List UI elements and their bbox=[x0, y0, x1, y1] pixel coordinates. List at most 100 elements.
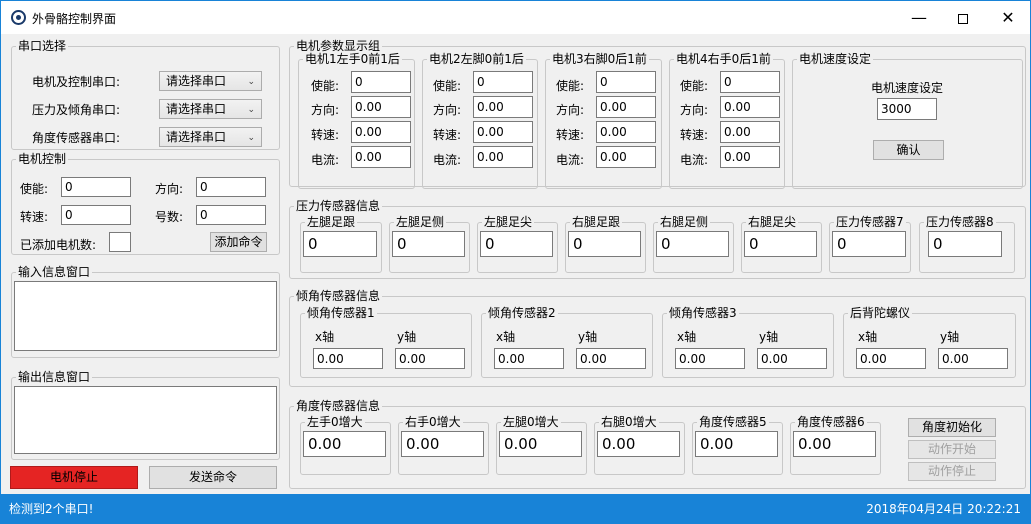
motor-1-speed-label: 转速: bbox=[311, 128, 340, 142]
motor-1-current-label: 电流: bbox=[311, 153, 340, 167]
serial-select-pressure[interactable]: 请选择串口 ⌄ bbox=[159, 99, 262, 119]
input-window-legend: 输入信息窗口 bbox=[18, 265, 91, 279]
motor-3-group: 电机3右脚0后1前 使能: 0 方向: 0.00 转速: 0.00 电流: 0.… bbox=[545, 52, 662, 189]
chevron-down-icon: ⌄ bbox=[247, 105, 255, 115]
close-button[interactable]: ✕ bbox=[986, 1, 1030, 34]
tilt-sensor-1-y-label: y轴 bbox=[397, 330, 417, 344]
angle-sensor-2: 右手0增大 0.00 bbox=[398, 415, 489, 475]
tilt-group: 倾角传感器信息 倾角传感器1 x轴 y轴 0.00 0.00 倾角传感器2 x轴… bbox=[289, 289, 1026, 387]
speed-setting-input[interactable]: 3000 bbox=[877, 98, 937, 120]
angle-sensor-5-name: 角度传感器5 bbox=[699, 415, 767, 429]
motor-params-group: 电机参数显示组 电机1左手0前1后 使能: 0 方向: 0.00 转速: 0.0… bbox=[289, 39, 1026, 189]
action-stop-button[interactable]: 动作停止 bbox=[908, 462, 996, 481]
pressure-sensor-6-value: 0 bbox=[744, 231, 817, 257]
back-gyro: 后背陀螺仪 x轴 y轴 0.00 0.00 bbox=[843, 306, 1016, 378]
motor-stop-button[interactable]: 电机停止 bbox=[10, 466, 138, 489]
add-command-button[interactable]: 添加命令 bbox=[210, 232, 267, 252]
maximize-button[interactable] bbox=[941, 1, 985, 34]
status-message: 检测到2个串口! bbox=[9, 502, 94, 516]
tilt-sensor-1: 倾角传感器1 x轴 y轴 0.00 0.00 bbox=[300, 306, 472, 378]
angle-sensor-6-value: 0.00 bbox=[793, 431, 876, 457]
pressure-legend: 压力传感器信息 bbox=[296, 199, 381, 213]
tilt-sensor-3-x-label: x轴 bbox=[677, 330, 697, 344]
motor-4-enable-label: 使能: bbox=[680, 79, 709, 93]
motor-2-direction-label: 方向: bbox=[433, 103, 462, 117]
motor-3-direction-label: 方向: bbox=[556, 103, 585, 117]
minimize-button[interactable]: — bbox=[897, 1, 941, 34]
motor-control-legend: 电机控制 bbox=[18, 152, 67, 166]
motor-4-enable: 0 bbox=[720, 71, 780, 93]
direction-input[interactable]: 0 bbox=[196, 177, 266, 197]
angle-legend: 角度传感器信息 bbox=[296, 399, 381, 413]
serial-legend: 串口选择 bbox=[18, 39, 67, 53]
angle-sensor-6-name: 角度传感器6 bbox=[797, 415, 865, 429]
pressure-sensor-8-value: 0 bbox=[928, 231, 1002, 257]
tilt-sensor-3-name: 倾角传感器3 bbox=[669, 306, 737, 320]
motor-2-current: 0.00 bbox=[473, 146, 533, 168]
status-bar: 检测到2个串口! 2018年04月24日 20:22:21 bbox=[1, 494, 1030, 523]
serial-select-motor[interactable]: 请选择串口 ⌄ bbox=[159, 71, 262, 91]
angle-init-button[interactable]: 角度初始化 bbox=[908, 418, 996, 437]
tilt-sensor-2-x: 0.00 bbox=[494, 348, 564, 369]
motor-2-enable: 0 bbox=[473, 71, 533, 93]
angle-sensor-5: 角度传感器5 0.00 bbox=[692, 415, 783, 475]
chevron-down-icon: ⌄ bbox=[247, 77, 255, 87]
pressure-sensor-3-name: 左腿足尖 bbox=[484, 215, 533, 229]
serial-select-motor-value: 请选择串口 bbox=[166, 74, 227, 88]
pressure-sensor-1-value: 0 bbox=[303, 231, 377, 257]
output-window-textarea[interactable] bbox=[14, 386, 277, 454]
back-gyro-x-label: x轴 bbox=[858, 330, 878, 344]
speed-setting-label: 电机速度设定 bbox=[871, 81, 944, 95]
motor-1-group: 电机1左手0前1后 使能: 0 方向: 0.00 转速: 0.00 电流: 0.… bbox=[298, 52, 415, 189]
input-window-group: 输入信息窗口 bbox=[11, 265, 280, 358]
angle-sensor-2-value: 0.00 bbox=[401, 431, 484, 457]
motor-3-current-label: 电流: bbox=[556, 153, 585, 167]
motor-1-enable: 0 bbox=[351, 71, 411, 93]
input-window-textarea[interactable] bbox=[14, 281, 277, 351]
motor-4-name: 电机4右手0后1前 bbox=[676, 52, 771, 66]
pressure-sensor-4-value: 0 bbox=[568, 231, 641, 257]
enable-input[interactable]: 0 bbox=[61, 177, 131, 197]
number-input[interactable]: 0 bbox=[196, 205, 266, 225]
added-motors-value bbox=[109, 232, 131, 252]
status-datetime: 2018年04月24日 20:22:21 bbox=[866, 502, 1021, 516]
close-icon: ✕ bbox=[1001, 8, 1015, 27]
angle-sensor-2-name: 右手0增大 bbox=[405, 415, 461, 429]
motor-3-enable: 0 bbox=[596, 71, 656, 93]
tilt-sensor-1-x-label: x轴 bbox=[315, 330, 335, 344]
pressure-sensor-2: 左腿足侧 0 bbox=[389, 215, 470, 273]
motor-3-enable-label: 使能: bbox=[556, 79, 585, 93]
pressure-sensor-7: 压力传感器7 0 bbox=[829, 215, 911, 273]
chevron-down-icon: ⌄ bbox=[247, 133, 255, 143]
pressure-sensor-4-name: 右腿足跟 bbox=[572, 215, 621, 229]
action-start-button[interactable]: 动作开始 bbox=[908, 440, 996, 459]
motor-2-enable-label: 使能: bbox=[433, 79, 462, 93]
pressure-sensor-6: 右腿足尖 0 bbox=[741, 215, 822, 273]
serial-label-motor: 电机及控制串口: bbox=[32, 75, 121, 89]
back-gyro-name: 后背陀螺仪 bbox=[850, 306, 911, 320]
tilt-sensor-2-x-label: x轴 bbox=[496, 330, 516, 344]
motor-3-name: 电机3右脚0后1前 bbox=[552, 52, 647, 66]
window-title: 外骨骼控制界面 bbox=[32, 12, 117, 26]
serial-select-angle[interactable]: 请选择串口 ⌄ bbox=[159, 127, 262, 147]
motor-4-speed-label: 转速: bbox=[680, 128, 709, 142]
send-command-button[interactable]: 发送命令 bbox=[149, 466, 277, 489]
tilt-sensor-3-x: 0.00 bbox=[675, 348, 745, 369]
speed-setting-legend: 电机速度设定 bbox=[799, 52, 872, 66]
speed-confirm-button[interactable]: 确认 bbox=[873, 140, 944, 160]
number-label: 号数: bbox=[155, 210, 184, 224]
angle-sensor-5-value: 0.00 bbox=[695, 431, 778, 457]
motor-2-name: 电机2左脚0前1后 bbox=[429, 52, 524, 66]
motor-4-direction-label: 方向: bbox=[680, 103, 709, 117]
motor-control-group: 电机控制 使能: 0 方向: 0 转速: 0 号数: 0 已添加电机数: 添加命… bbox=[11, 152, 280, 255]
motor-2-speed: 0.00 bbox=[473, 121, 533, 143]
pressure-sensor-8-name: 压力传感器8 bbox=[926, 215, 994, 229]
motor-4-group: 电机4右手0后1前 使能: 0 方向: 0.00 转速: 0.00 电流: 0.… bbox=[669, 52, 785, 189]
motor-2-group: 电机2左脚0前1后 使能: 0 方向: 0.00 转速: 0.00 电流: 0.… bbox=[422, 52, 538, 189]
angle-sensor-6: 角度传感器6 0.00 bbox=[790, 415, 881, 475]
pressure-sensor-1: 左腿足跟 0 bbox=[300, 215, 382, 273]
motor-1-direction: 0.00 bbox=[351, 96, 411, 118]
tilt-sensor-2-y: 0.00 bbox=[576, 348, 646, 369]
speed-input[interactable]: 0 bbox=[61, 205, 131, 225]
angle-sensor-4: 右腿0增大 0.00 bbox=[594, 415, 685, 475]
